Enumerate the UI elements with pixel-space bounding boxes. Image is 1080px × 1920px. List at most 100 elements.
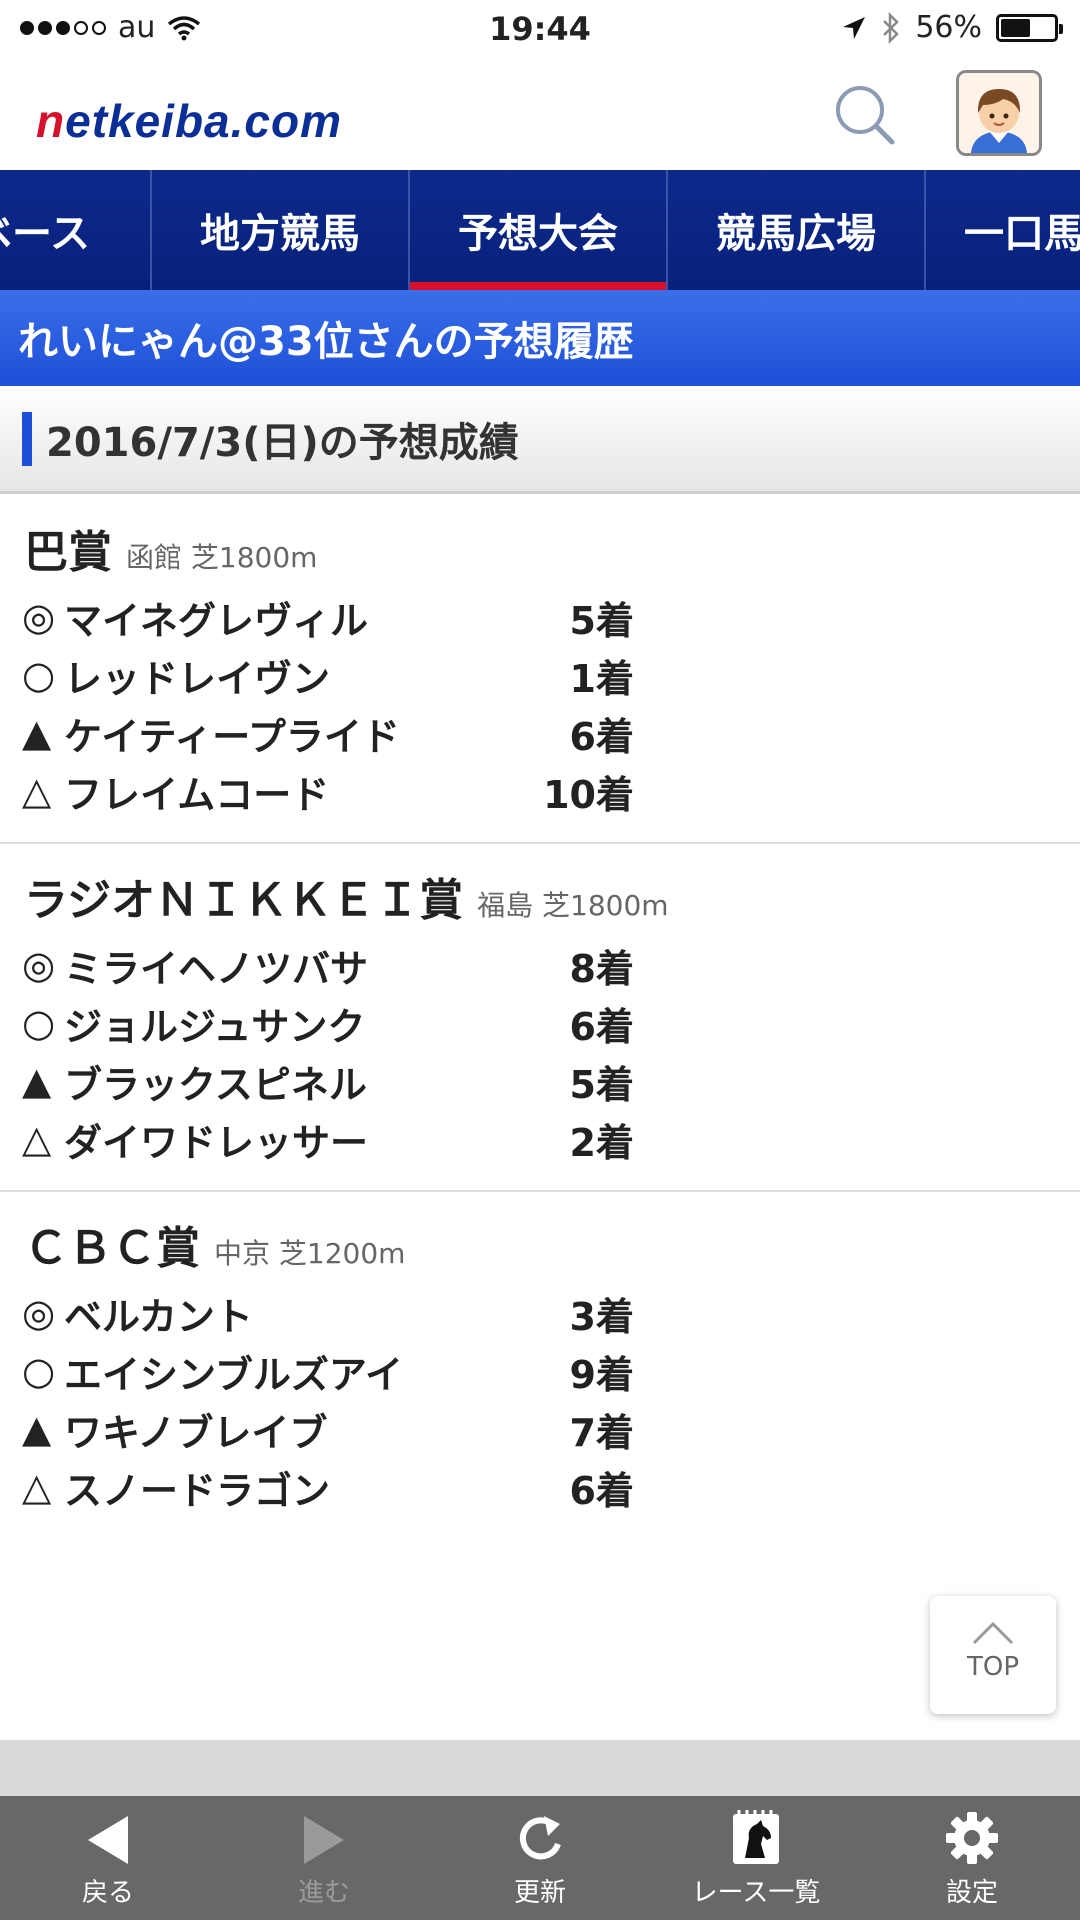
bottom-toolbar: 戻る 進む 更新 レース一覧 設定 — [0, 1796, 1080, 1920]
horse-name: ダイワドレッサー — [64, 1120, 369, 1165]
nav-item-chiho[interactable]: 地方競馬 — [152, 170, 410, 290]
race-header[interactable]: 巴賞 函館 芝1800m — [0, 494, 1080, 578]
nav-label: 予想大会 — [458, 211, 618, 257]
race-list-horse-icon — [733, 1810, 779, 1864]
finish-result: 9着 — [569, 1352, 634, 1397]
finish-result: 5着 — [569, 598, 634, 643]
search-button[interactable] — [830, 80, 900, 150]
nav-label: 一口馬 — [964, 211, 1080, 257]
nav-item-yoso-taikai[interactable]: 予想大会 — [410, 170, 668, 290]
user-avatar-icon — [959, 73, 1039, 153]
finish-result: 6着 — [569, 1468, 634, 1513]
pick-row: ○ レッドレイヴン 1着 — [0, 646, 1080, 704]
pick-mark: ○ — [22, 1001, 56, 1045]
pick-mark: ◎ — [22, 1291, 56, 1335]
pick-mark: ▲ — [22, 711, 52, 755]
race-header[interactable]: ＣＢＣ賞 中京 芝1200m — [0, 1190, 1080, 1274]
user-avatar-button[interactable] — [956, 70, 1042, 156]
horse-name: フレイムコード — [64, 772, 330, 817]
search-icon — [836, 86, 895, 145]
gear-icon — [946, 1812, 998, 1864]
race-block: ＣＢＣ賞 中京 芝1200m ◎ ベルカント 3着 ○ エイシンブルズアイ 9着 ▲ ワキ… — [0, 1190, 1080, 1516]
pick-row: ◎ マイネグレヴィル 5着 — [0, 588, 1080, 646]
horse-name: レッドレイヴン — [64, 656, 331, 701]
pick-mark: ▲ — [22, 1407, 52, 1451]
back-arrow-icon — [88, 1816, 128, 1864]
horse-name: ベルカント — [64, 1294, 253, 1339]
scroll-to-top-button[interactable]: TOP — [930, 1596, 1056, 1714]
pick-mark: ◎ — [22, 595, 56, 639]
status-right: 56% — [841, 10, 1063, 45]
chevron-up-icon — [972, 1621, 1014, 1645]
race-name: ラジオＮＩＫＫＥＩ賞 — [24, 875, 464, 926]
horse-name: ブラックスピネル — [64, 1062, 367, 1107]
nav-item-keiba-hiroba[interactable]: 競馬広場 — [668, 170, 926, 290]
reload-icon — [519, 1816, 561, 1860]
section-header: 2016/7/3(日)の予想成績 — [0, 386, 1080, 494]
finish-result: 2着 — [569, 1120, 634, 1165]
forward-button[interactable]: 進む — [216, 1796, 432, 1920]
settings-label: 設定 — [945, 1878, 998, 1908]
forward-arrow-icon — [304, 1816, 344, 1864]
battery-percent: 56% — [915, 10, 982, 45]
section-title: 2016/7/3(日)の予想成績 — [46, 419, 519, 466]
pick-row: △ スノードラゴン 6着 — [0, 1458, 1080, 1516]
finish-result: 1着 — [569, 656, 634, 701]
nav-label: 競馬広場 — [716, 211, 876, 257]
race-list-label: レース一覧 — [691, 1878, 821, 1908]
finish-result: 8着 — [569, 946, 634, 991]
race-list-button[interactable]: レース一覧 — [648, 1796, 864, 1920]
location-arrow-icon — [843, 16, 866, 39]
horse-name: ジョルジュサンク — [64, 1004, 366, 1049]
settings-button[interactable]: 設定 — [864, 1796, 1080, 1920]
page-title: れいにゃん@33位さんの予想履歴 — [0, 290, 1080, 386]
pick-row: ▲ ワキノブレイブ 7着 — [0, 1400, 1080, 1458]
pick-row: ○ エイシンブルズアイ 9着 — [0, 1342, 1080, 1400]
finish-result: 10着 — [543, 772, 634, 817]
pick-mark: ◎ — [22, 943, 56, 987]
horse-name: エイシンブルズアイ — [64, 1352, 403, 1397]
pick-mark: △ — [22, 1465, 52, 1509]
horse-name: ミライヘノツバサ — [64, 946, 369, 991]
pick-row: ○ ジョルジュサンク 6着 — [0, 994, 1080, 1052]
back-label: 戻る — [81, 1878, 134, 1908]
race-name: 巴賞 — [24, 527, 112, 578]
pick-row: ▲ ブラックスピネル 5着 — [0, 1052, 1080, 1110]
pick-mark: ○ — [22, 1349, 56, 1393]
site-logo[interactable]: netkeiba.com — [36, 94, 342, 148]
pick-mark: △ — [22, 769, 52, 813]
nav-item-hitokuchi[interactable]: 一口馬 — [926, 170, 1080, 290]
back-button[interactable]: 戻る — [0, 1796, 216, 1920]
finish-result: 5着 — [569, 1062, 634, 1107]
finish-result: 6着 — [569, 714, 634, 759]
race-header[interactable]: ラジオＮＩＫＫＥＩ賞 福島 芝1800m — [0, 842, 1080, 926]
reload-button[interactable]: 更新 — [432, 1796, 648, 1920]
pick-row: ◎ ベルカント 3着 — [0, 1284, 1080, 1342]
pick-row: ▲ ケイティープライド 6着 — [0, 704, 1080, 762]
pick-row: △ フレイムコード 10着 — [0, 762, 1080, 820]
race-venue: 福島 芝1800m — [477, 889, 669, 922]
horse-name: マイネグレヴィル — [64, 598, 369, 643]
horse-name: ケイティープライド — [64, 714, 400, 759]
finish-result: 3着 — [569, 1294, 634, 1339]
horse-name: ワキノブレイブ — [64, 1410, 328, 1455]
race-venue: 中京 芝1200m — [214, 1237, 406, 1270]
race-venue: 函館 芝1800m — [126, 541, 318, 574]
pick-mark: ▲ — [22, 1059, 52, 1103]
site-header: netkeiba.com — [0, 58, 1080, 170]
race-name: ＣＢＣ賞 — [24, 1223, 200, 1274]
battery-icon — [996, 13, 1063, 42]
forward-label: 進む — [297, 1878, 350, 1908]
race-block: 巴賞 函館 芝1800m ◎ マイネグレヴィル 5着 ○ レッドレイヴン 1着 ▲ ケイテ… — [0, 494, 1080, 820]
top-label: TOP — [966, 1652, 1020, 1682]
pick-row: △ ダイワドレッサー 2着 — [0, 1110, 1080, 1168]
main-nav: ベース 地方競馬 予想大会 競馬広場 一口馬 — [0, 170, 1080, 290]
finish-result: 7着 — [569, 1410, 634, 1455]
nav-label: 地方競馬 — [200, 211, 360, 257]
race-block: ラジオＮＩＫＫＥＩ賞 福島 芝1800m ◎ ミライヘノツバサ 8着 ○ ジョルジュサ… — [0, 842, 1080, 1168]
page-footer-band — [0, 1740, 1080, 1796]
nav-item-base[interactable]: ベース — [0, 170, 152, 290]
horse-name: スノードラゴン — [64, 1468, 331, 1513]
pick-row: ◎ ミライヘノツバサ 8着 — [0, 936, 1080, 994]
status-bar: au 19:44 56% — [0, 0, 1080, 58]
